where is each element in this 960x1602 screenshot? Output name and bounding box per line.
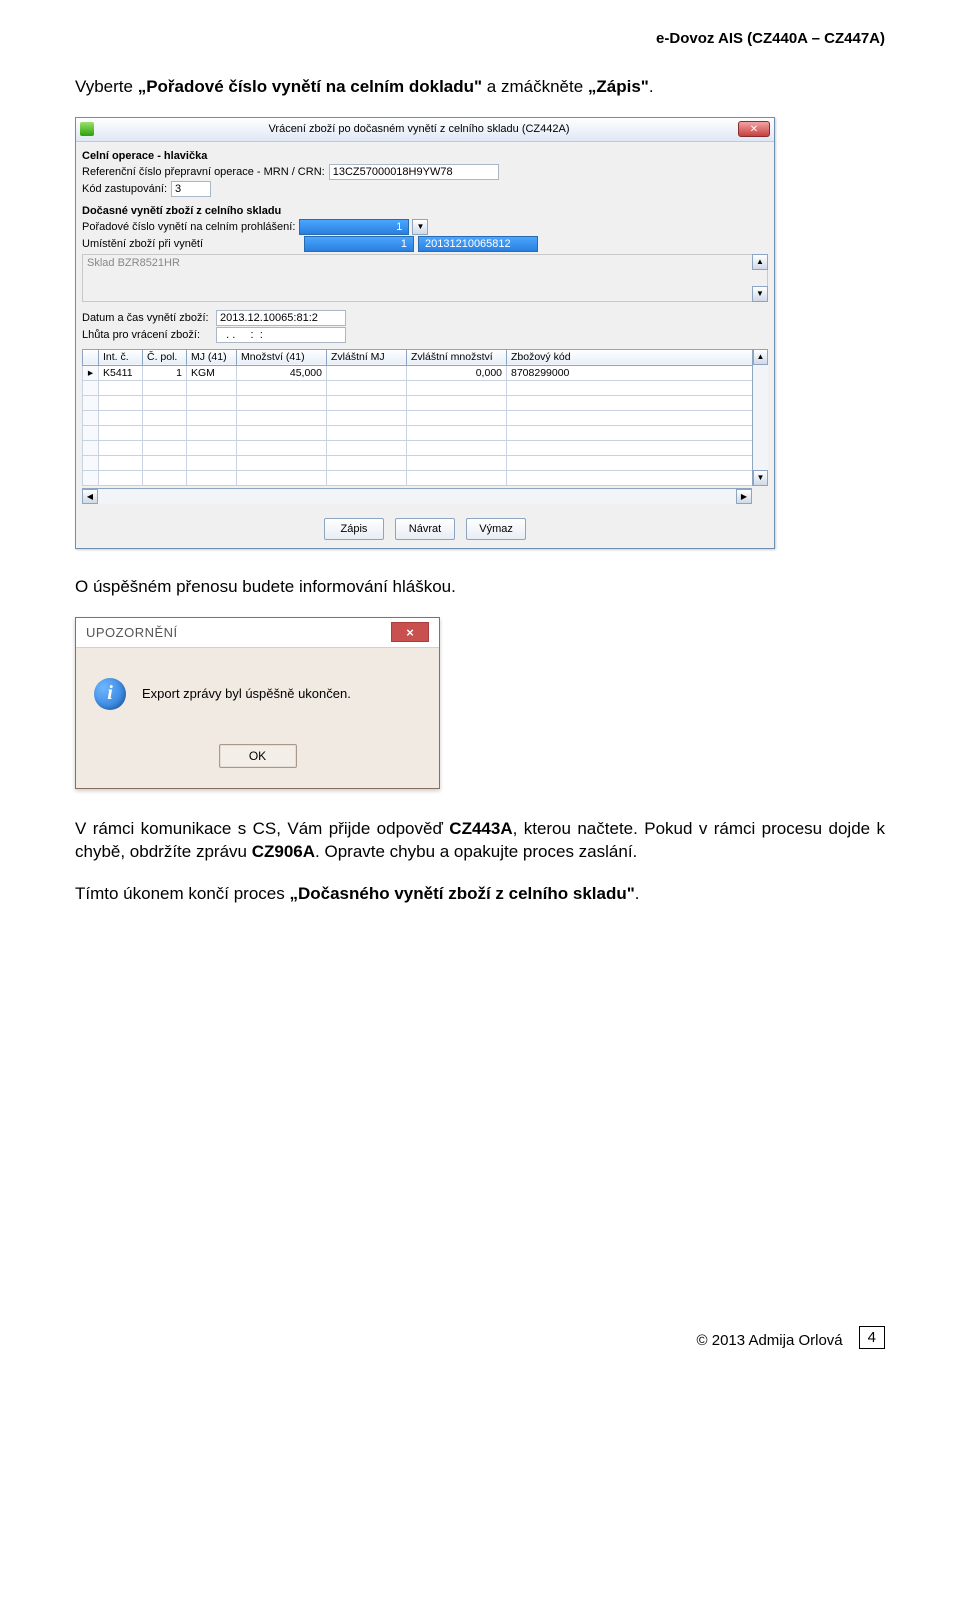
p4-post: . <box>635 884 640 903</box>
paragraph-3: V rámci komunikace s CS, Vám přijde odpo… <box>75 817 885 865</box>
porad-field[interactable]: 1 <box>299 219 409 235</box>
button-bar: Zápis Návrat Výmaz <box>82 518 768 540</box>
grid-head-zvlmj: Zvláštní MJ <box>327 349 407 365</box>
kod-input[interactable] <box>171 181 211 197</box>
grid-head-mj: MJ (41) <box>187 349 237 365</box>
p1-suffix: . <box>649 77 654 96</box>
section-celni-operace: Celní operace - hlavička <box>82 150 768 162</box>
grid-head-kod: Zbožový kód <box>507 349 768 365</box>
row-marker: ▸ <box>83 365 99 380</box>
p4-pre: Tímto úkonem končí proces <box>75 884 289 903</box>
page-number: 4 <box>859 1326 885 1349</box>
scroll-right-icon[interactable]: ▶ <box>736 489 752 504</box>
p3-post: . Opravte chybu a opakujte proces zaslán… <box>315 842 637 861</box>
sklad-readonly: Sklad BZR8521HR <box>82 254 768 302</box>
table-row[interactable] <box>83 425 768 440</box>
grid-horizontal-scrollbar[interactable]: ◀ ▶ <box>82 488 752 504</box>
ref-input[interactable] <box>329 164 499 180</box>
grid-wrap: Int. č. Č. pol. MJ (41) Množství (41) Zv… <box>82 349 768 504</box>
scroll-up-icon[interactable]: ▲ <box>752 254 768 270</box>
ok-button[interactable]: OK <box>219 744 297 768</box>
porad-label: Pořadové číslo vynětí na celním prohláše… <box>82 221 295 233</box>
cell-mnozstvi: 45,000 <box>237 365 327 380</box>
lhuta-input[interactable] <box>216 327 346 343</box>
grid-head-mnozstvi: Množství (41) <box>237 349 327 365</box>
p3-b2: CZ906A <box>252 842 315 861</box>
p1-prefix: Vyberte <box>75 77 138 96</box>
chevron-down-icon[interactable]: ▼ <box>412 219 428 235</box>
window-vraceni-zbozi: Vrácení zboží po dočasném vynětí z celní… <box>75 117 775 549</box>
umist-label: Umístění zboží při vynětí <box>82 238 300 250</box>
doc-header: e-Dovoz AIS (CZ440A – CZ447A) <box>75 30 885 47</box>
cell-mj: KGM <box>187 365 237 380</box>
info-icon: i <box>94 678 126 710</box>
grid-head-blank <box>83 349 99 365</box>
dialog-title: UPOZORNĚNÍ <box>86 625 391 640</box>
paragraph-2: O úspěšném přenosu budete informování hl… <box>75 575 885 599</box>
dialog-message: Export zprávy byl úspěšně ukončen. <box>142 686 351 701</box>
cell-intc: K5411 <box>99 365 143 380</box>
titlebar: Vrácení zboží po dočasném vynětí z celní… <box>76 118 774 142</box>
grid-head-intc: Int. č. <box>99 349 143 365</box>
page-footer: © 2013 Admija Orlová 4 <box>75 1326 885 1349</box>
table-row[interactable] <box>83 455 768 470</box>
datum-label: Datum a čas vynětí zboží: <box>82 312 212 324</box>
close-icon[interactable]: ✕ <box>738 121 770 137</box>
scroll-up-icon[interactable]: ▲ <box>753 349 768 365</box>
window-title: Vrácení zboží po dočasném vynětí z celní… <box>100 123 738 135</box>
p3-pre: V rámci komunikace s CS, Vám přijde odpo… <box>75 819 449 838</box>
p3-b1: CZ443A <box>449 819 512 838</box>
ref-label: Referenční číslo přepravní operace - MRN… <box>82 166 325 178</box>
grid-vertical-scrollbar[interactable]: ▲ ▼ <box>752 349 768 486</box>
section-docasne-vyneti: Dočasné vynětí zboží z celního skladu <box>82 205 768 217</box>
p1-mid: a zmáčkněte <box>482 77 588 96</box>
table-row[interactable] <box>83 395 768 410</box>
datum-input[interactable] <box>216 310 346 326</box>
cell-kod: 8708299000 <box>507 365 768 380</box>
umist-code-field[interactable]: 20131210065812 <box>418 236 538 252</box>
cell-cpol: 1 <box>143 365 187 380</box>
close-icon[interactable]: × <box>391 622 429 642</box>
vymaz-button[interactable]: Výmaz <box>466 518 526 540</box>
cell-zvlmnoz: 0,000 <box>407 365 507 380</box>
paragraph-4: Tímto úkonem končí proces „Dočasného vyn… <box>75 882 885 906</box>
grid-head-cpol: Č. pol. <box>143 349 187 365</box>
scroll-down-icon[interactable]: ▼ <box>752 286 768 302</box>
items-grid[interactable]: Int. č. Č. pol. MJ (41) Množství (41) Zv… <box>82 349 768 486</box>
umist-num-field[interactable]: 1 <box>304 236 414 252</box>
zapis-button[interactable]: Zápis <box>324 518 384 540</box>
navrat-button[interactable]: Návrat <box>395 518 455 540</box>
sklad-text: Sklad BZR8521HR <box>87 257 763 269</box>
kod-label: Kód zastupování: <box>82 183 167 195</box>
p4-bold: „Dočasného vynětí zboží z celního skladu… <box>289 884 634 903</box>
table-row[interactable]: ▸ K5411 1 KGM 45,000 0,000 8708299000 <box>83 365 768 380</box>
table-row[interactable] <box>83 380 768 395</box>
copyright: © 2013 Admija Orlová <box>697 1332 843 1349</box>
p1-bold1: „Pořadové číslo vynětí na celním dokladu… <box>138 77 482 96</box>
lhuta-label: Lhůta pro vrácení zboží: <box>82 329 212 341</box>
table-row[interactable] <box>83 440 768 455</box>
dialog-upozorneni: UPOZORNĚNÍ × i Export zprávy byl úspěšně… <box>75 617 440 789</box>
cell-zvlmj <box>327 365 407 380</box>
p1-bold2: „Zápis" <box>588 77 649 96</box>
scroll-down-icon[interactable]: ▼ <box>753 470 768 486</box>
paragraph-1: Vyberte „Pořadové číslo vynětí na celním… <box>75 75 885 99</box>
table-row[interactable] <box>83 470 768 485</box>
dialog-titlebar: UPOZORNĚNÍ × <box>76 618 439 648</box>
app-icon <box>80 122 94 136</box>
scroll-left-icon[interactable]: ◀ <box>82 489 98 504</box>
table-row[interactable] <box>83 410 768 425</box>
grid-head-zvlmnoz: Zvláštní množství <box>407 349 507 365</box>
